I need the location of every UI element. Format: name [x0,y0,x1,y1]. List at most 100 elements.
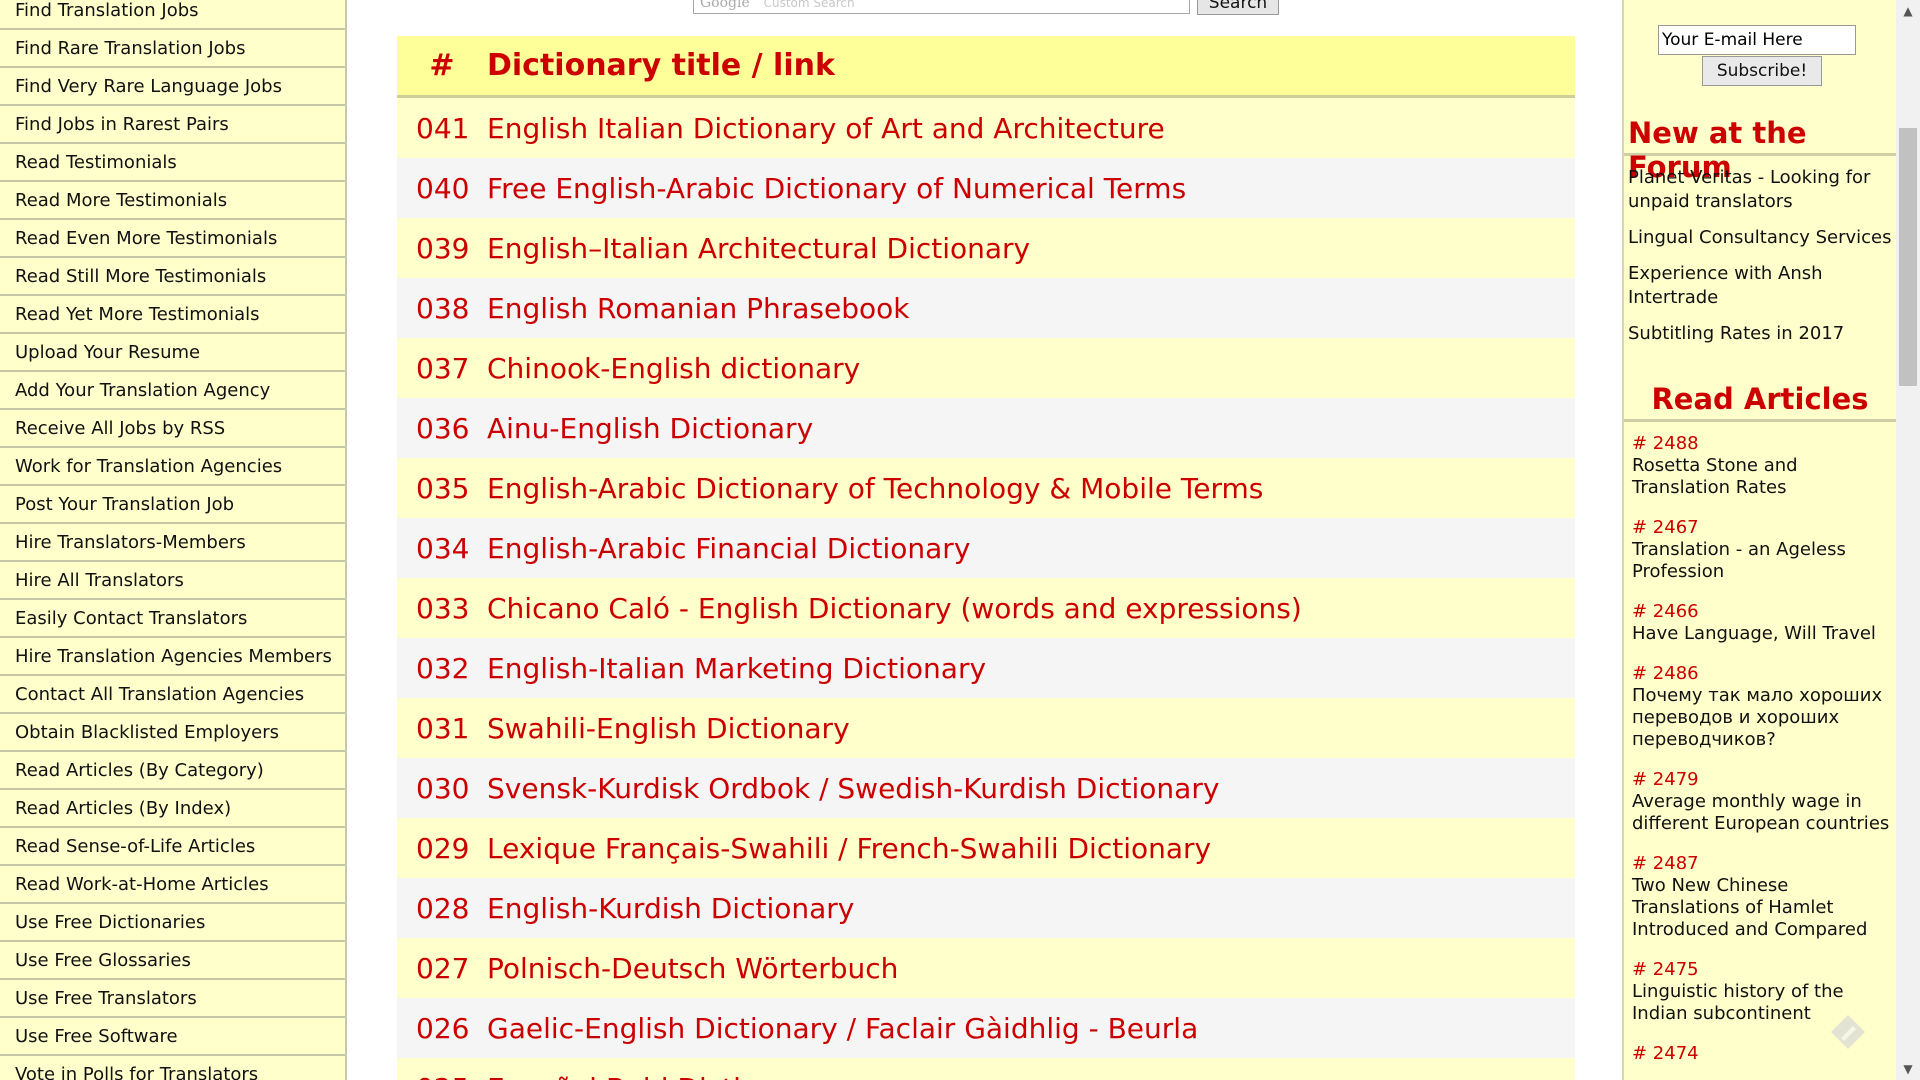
sidebar-nav-item[interactable]: Use Free Software [0,1018,345,1056]
table-row[interactable]: 036 Ainu-English Dictionary [397,398,1575,458]
table-row[interactable]: 037 Chinook-English dictionary [397,338,1575,398]
row-number: 035 [416,471,470,505]
sidebar-nav-item[interactable]: Hire All Translators [0,562,345,600]
article-number[interactable]: # 2467 [1632,517,1894,539]
dictionary-link[interactable]: English Italian Dictionary of Art and Ar… [487,112,1165,145]
article-title-link[interactable]: Two New Chinese Translations of Hamlet I… [1632,875,1894,941]
edit-pencil-icon[interactable] [1828,1012,1868,1052]
sidebar-nav-item[interactable]: Vote in Polls for Translators [0,1056,345,1080]
table-row[interactable]: 032 English-Italian Marketing Dictionary [397,638,1575,698]
dictionary-link[interactable]: Lexique Français-Swahili / French-Swahil… [487,832,1211,865]
dictionary-link[interactable]: English-Italian Marketing Dictionary [487,652,986,685]
sidebar-nav-item[interactable]: Read Sense-of-Life Articles [0,828,345,866]
forum-topic-link[interactable]: Lingual Consultancy Services [1628,226,1894,250]
dictionary-link[interactable]: Chinook-English dictionary [487,352,860,385]
article-title-link[interactable]: Have Language, Will Travel [1632,623,1894,645]
sidebar-nav-item[interactable]: Find Very Rare Language Jobs [0,68,345,106]
article-title-link[interactable]: Почему так мало хороших переводов и хоро… [1632,685,1894,751]
sidebar-nav-item[interactable]: Read Even More Testimonials [0,220,345,258]
table-row[interactable]: 029 Lexique Français-Swahili / French-Swa… [397,818,1575,878]
sidebar-nav-item[interactable]: Use Free Dictionaries [0,904,345,942]
sidebar-nav-item[interactable]: Add Your Translation Agency [0,372,345,410]
table-row[interactable]: 027 Polnisch-Deutsch Wörterbuch [397,938,1575,998]
sidebar-nav-item[interactable]: Read Testimonials [0,144,345,182]
article-number[interactable]: # 2488 [1632,433,1894,455]
dictionary-link[interactable]: English-Arabic Financial Dictionary [487,532,970,565]
article-title-link[interactable]: Rosetta Stone and Translation Rates [1632,455,1894,499]
article-title-link[interactable]: Translation - an Ageless Profession [1632,539,1894,583]
articles-list: # 2488 Rosetta Stone and Translation Rate… [1632,433,1894,1080]
sidebar-nav-item[interactable]: Read Articles (By Index) [0,790,345,828]
table-row[interactable]: 028 English-Kurdish Dictionary [397,878,1575,938]
table-row[interactable]: 034 English-Arabic Financial Dictionary [397,518,1575,578]
sidebar-nav-item[interactable]: Work for Translation Agencies [0,448,345,486]
table-row[interactable]: 030 Svensk-Kurdisk Ordbok / Swedish-Kurdi… [397,758,1575,818]
sidebar-nav-item[interactable]: Upload Your Resume [0,334,345,372]
table-row[interactable]: 026 Gaelic-English Dictionary / Faclair G… [397,998,1575,1058]
dictionary-link[interactable]: Polnisch-Deutsch Wörterbuch [487,952,898,985]
dictionary-link[interactable]: Español-Bubi Dictionary [487,1072,821,1080]
scroll-up-arrow-icon[interactable]: ▲ [1896,0,1920,22]
article-item[interactable]: # 2488 Rosetta Stone and Translation Rate… [1632,433,1894,499]
sidebar-nav-item[interactable]: Hire Translators-Members [0,524,345,562]
table-row[interactable]: 041 English Italian Dictionary of Art and… [397,98,1575,158]
table-row[interactable]: 039 English–Italian Architectural Diction… [397,218,1575,278]
search-input[interactable]: Google Custom Search [693,0,1190,14]
forum-topic-link[interactable]: Experience with Ansh Intertrade [1628,262,1894,310]
subscribe-button[interactable]: Subscribe! [1702,56,1822,86]
article-number[interactable]: # 2466 [1632,601,1894,623]
scroll-down-arrow-icon[interactable]: ▼ [1896,1058,1920,1080]
dictionary-link[interactable]: English Romanian Phrasebook [487,292,909,325]
dictionary-link[interactable]: Ainu-English Dictionary [487,412,813,445]
sidebar-nav-item[interactable]: Hire Translation Agencies Members [0,638,345,676]
dictionary-link[interactable]: English-Kurdish Dictionary [487,892,854,925]
table-row[interactable]: 040 Free English-Arabic Dictionary of Num… [397,158,1575,218]
page-scrollbar[interactable]: ▲ ▼ [1896,0,1920,1080]
sidebar-nav-item[interactable]: Read Still More Testimonials [0,258,345,296]
dictionary-link[interactable]: Gaelic-English Dictionary / Faclair Gàid… [487,1012,1198,1045]
article-number[interactable]: # 2486 [1632,663,1894,685]
search-button[interactable]: Search [1197,0,1279,15]
sidebar-nav-item[interactable]: Contact All Translation Agencies [0,676,345,714]
sidebar-nav-item[interactable]: Use Free Glossaries [0,942,345,980]
scrollbar-thumb[interactable] [1899,128,1917,386]
table-row[interactable]: 033 Chicano Caló - English Dictionary (wo… [397,578,1575,638]
sidebar-nav-item[interactable]: Read Articles (By Category) [0,752,345,790]
sidebar-nav-item[interactable]: Read Yet More Testimonials [0,296,345,334]
right-sidebar: Subscribe! New at the Forum Planet Verit… [1622,0,1896,1080]
table-row[interactable]: 031 Swahili-English Dictionary [397,698,1575,758]
sidebar-nav-item[interactable]: Find Jobs in Rarest Pairs [0,106,345,144]
article-item[interactable]: # 2467 Translation - an Ageless Professio… [1632,517,1894,583]
table-row[interactable]: 025Español-Bubi Dictionary [397,1058,1575,1080]
article-number[interactable]: # 2475 [1632,959,1894,981]
sidebar-nav-item[interactable]: Find Rare Translation Jobs [0,30,345,68]
dictionary-link[interactable]: Chicano Caló - English Dictionary (words… [487,592,1302,625]
forum-topic-link[interactable]: Planet Veritas - Looking for unpaid tran… [1628,166,1894,214]
article-item[interactable]: # 2486 Почему так мало хороших переводов … [1632,663,1894,751]
forum-topic-link[interactable]: Subtitling Rates in 2017 [1628,322,1894,346]
article-number[interactable]: # 2479 [1632,769,1894,791]
table-row[interactable]: 035 English-Arabic Dictionary of Technolo… [397,458,1575,518]
table-row[interactable]: 038 English Romanian Phrasebook [397,278,1575,338]
dictionary-link[interactable]: English-Arabic Dictionary of Technology … [487,472,1263,505]
dictionary-link[interactable]: Free English-Arabic Dictionary of Numeri… [487,172,1186,205]
sidebar-nav-item[interactable]: Receive All Jobs by RSS [0,410,345,448]
article-item[interactable]: # 2466 Have Language, Will Travel [1632,601,1894,645]
sidebar-nav-item[interactable]: Read More Testimonials [0,182,345,220]
sidebar-nav-item[interactable]: Post Your Translation Job [0,486,345,524]
sidebar-nav-item[interactable]: Obtain Blacklisted Employers [0,714,345,752]
sidebar-nav-list: Find Translation Jobs Find Rare Translati… [0,0,345,1080]
sidebar-nav-item[interactable]: Read Work-at-Home Articles [0,866,345,904]
article-title-link[interactable]: Average monthly wage in different Europe… [1632,791,1894,835]
dictionary-link[interactable]: Swahili-English Dictionary [487,712,850,745]
sidebar-nav-item[interactable]: Use Free Translators [0,980,345,1018]
sidebar-nav-item[interactable]: Find Translation Jobs [0,0,345,30]
dictionary-link[interactable]: Svensk-Kurdisk Ordbok / Swedish-Kurdish … [487,772,1219,805]
row-number: 040 [416,171,470,205]
dictionary-link[interactable]: English–Italian Architectural Dictionary [487,232,1030,265]
article-item[interactable]: # 2487 Two New Chinese Translations of Ha… [1632,853,1894,941]
email-field[interactable] [1658,25,1856,55]
sidebar-nav-item[interactable]: Easily Contact Translators [0,600,345,638]
article-number[interactable]: # 2487 [1632,853,1894,875]
article-item[interactable]: # 2479 Average monthly wage in different … [1632,769,1894,835]
